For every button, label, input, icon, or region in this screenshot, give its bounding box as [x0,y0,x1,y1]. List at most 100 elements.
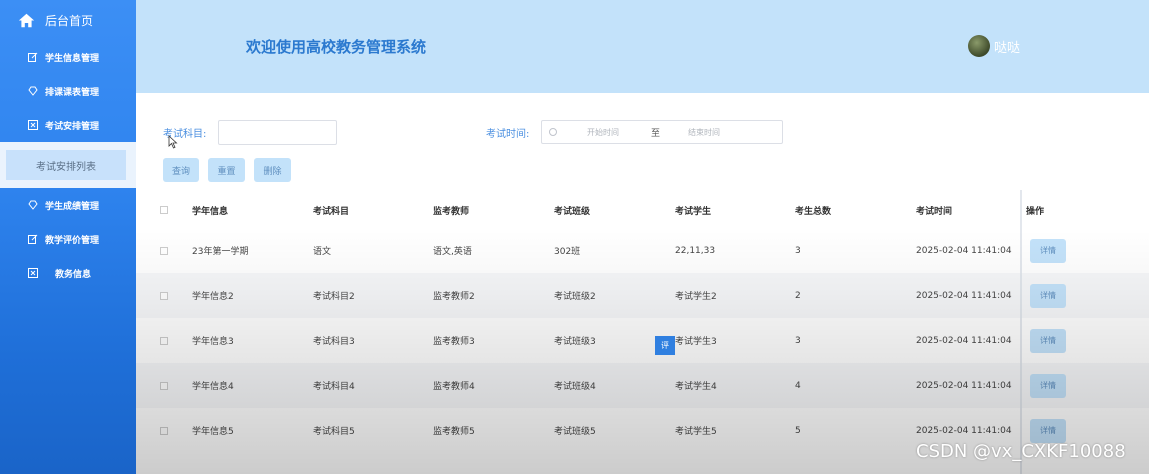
watermark: CSDN @vx_CXKF10088 [916,441,1126,462]
user-menu[interactable]: 哒哒 [968,35,1020,57]
sidebar-item-schedule[interactable]: 排课课表管理 [0,74,136,108]
table-row[interactable]: 学年信息3 考试科目3 监考教师3 考试班级3 考试学生3 3 2025-02-… [136,318,1149,363]
cell: 302班 [554,247,581,257]
cell: 4 [795,380,801,391]
row-checkbox[interactable] [160,336,168,345]
select-all-checkbox[interactable] [160,206,168,214]
cell: 学年信息2 [192,292,234,302]
detail-button[interactable]: 详情 [1030,418,1066,443]
sidebar-item-exam-arrangement[interactable]: 考试安排管理 [0,108,136,142]
cell: 监考教师5 [433,427,475,437]
start-time-placeholder: 开始时间 [587,127,619,137]
cell: 23年第一学期 [192,247,249,257]
evaluate-float-button[interactable]: 评 [655,336,675,355]
cell: 考试班级2 [554,292,596,302]
sidebar-subitem-label: 考试安排列表 [6,150,126,180]
column-header: 考试学生 [675,206,712,217]
row-checkbox[interactable] [160,291,168,300]
column-header: 考试科目 [313,206,350,217]
table-header: 学年信息 考试科目 监考教师 考试班级 考试学生 考生总数 考试时间 操作 [136,190,1149,230]
delete-button[interactable]: 删除 [254,158,291,182]
end-time-placeholder: 结束时间 [688,127,721,137]
date-range-picker[interactable]: 开始时间 至 结束时间 [541,120,783,144]
gem-icon [28,200,38,210]
search-panel: 考试科目: 考试时间: 开始时间 至 结束时间 查询 重置 删除 [136,93,1149,190]
cell: 3 [795,245,801,256]
cell: 考试班级4 [554,382,596,392]
sidebar-item-label: 教学评价管理 [45,235,100,246]
range-separator: 至 [651,128,661,139]
cell: 监考教师4 [433,382,475,392]
cell: 学年信息3 [192,337,234,347]
query-button[interactable]: 查询 [163,158,199,182]
close-box-icon [28,120,38,130]
sidebar-item-student-info[interactable]: 学生信息管理 [0,40,136,74]
username: 哒哒 [994,40,1021,56]
gem-icon [28,86,38,96]
row-checkbox[interactable] [160,381,168,390]
cell: 2025-02-04 11:41:04 [916,290,1012,301]
cell: 5 [795,425,801,436]
column-header: 学年信息 [192,206,229,217]
cell: 2025-02-04 11:41:04 [916,380,1012,391]
cell: 2025-02-04 11:41:04 [916,245,1012,256]
column-header: 考试时间 [916,206,953,217]
cell: 监考教师2 [433,292,475,302]
detail-button[interactable]: 详情 [1030,238,1066,263]
column-header: 考试班级 [554,206,591,217]
cell: 考试学生2 [675,292,717,302]
table-row[interactable]: 学年信息4 考试科目4 监考教师4 考试班级4 考试学生4 4 2025-02-… [136,363,1149,408]
column-header: 监考教师 [433,206,470,217]
column-header: 操作 [1026,206,1045,217]
sidebar-home-label: 后台首页 [45,13,94,28]
sidebar-item-label: 考试安排管理 [45,121,100,132]
cell: 考试科目2 [313,292,355,302]
column-divider [1020,190,1022,474]
sidebar-item-evaluation[interactable]: 教学评价管理 [0,222,136,256]
sidebar-item-academic-info[interactable]: 教务信息 [0,256,136,290]
detail-button[interactable]: 详情 [1030,373,1066,398]
exam-table: 学年信息 考试科目 监考教师 考试班级 考试学生 考生总数 考试时间 操作 23… [136,190,1149,474]
sidebar-subitem-exam-list[interactable]: 考试安排列表 [0,142,136,188]
cell: 学年信息4 [192,382,234,392]
top-header: 欢迎使用高校教务管理系统 哒哒 [136,0,1149,93]
cell: 考试班级3 [554,337,596,347]
subject-input[interactable] [218,120,337,145]
cell: 考试科目3 [313,337,355,347]
sidebar-home[interactable]: 后台首页 [0,0,136,40]
cell: 2025-02-04 11:41:04 [916,335,1012,346]
sidebar-item-label: 排课课表管理 [45,87,100,98]
cell: 语文 [313,247,332,257]
sidebar-item-label: 学生成绩管理 [45,201,100,212]
edit-icon [28,52,38,62]
reset-button[interactable]: 重置 [208,158,245,182]
table-row[interactable]: 学年信息2 考试科目2 监考教师2 考试班级2 考试学生2 2 2025-02-… [136,273,1149,318]
cell: 考试班级5 [554,427,596,437]
table-row[interactable]: 23年第一学期 语文 语文,英语 302班 22,11,33 3 2025-02… [136,228,1149,273]
edit-icon [28,234,38,244]
cell: 学年信息5 [192,427,234,437]
cell: 22,11,33 [675,245,716,256]
detail-button[interactable]: 详情 [1030,328,1066,353]
cell: 2 [795,290,801,301]
cell: 语文,英语 [433,247,472,257]
column-header: 考生总数 [795,206,832,217]
row-checkbox[interactable] [160,426,168,435]
sidebar-item-grades[interactable]: 学生成绩管理 [0,188,136,222]
cell: 考试科目5 [313,427,355,437]
home-icon [18,13,35,27]
cell: 考试学生4 [675,382,717,392]
time-label: 考试时间: [486,129,530,140]
cell: 监考教师3 [433,337,475,347]
close-box-icon [28,268,38,278]
mouse-cursor-icon [168,135,178,149]
detail-button[interactable]: 详情 [1030,283,1066,308]
cell: 考试学生3 [675,337,717,347]
sidebar: 后台首页 学生信息管理 排课课表管理 考试安排管理 考试安排列表 学生成绩管理 … [0,0,136,474]
sidebar-item-label: 学生信息管理 [45,53,100,64]
cell: 考试科目4 [313,382,355,392]
cell: 考试学生5 [675,427,717,437]
row-checkbox[interactable] [160,246,168,255]
sidebar-item-label: 教务信息 [55,269,92,280]
avatar[interactable] [968,35,990,57]
